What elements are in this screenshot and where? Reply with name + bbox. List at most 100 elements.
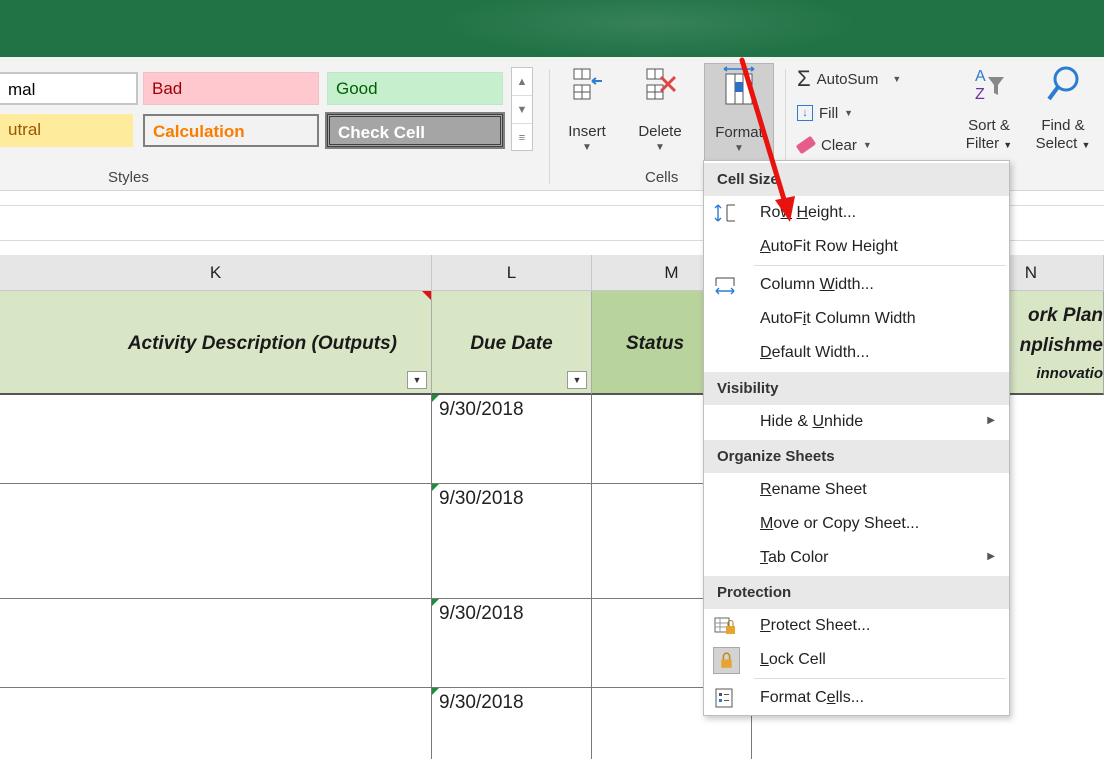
chevron-down-icon: ▼ bbox=[892, 74, 902, 84]
menu-item-tab-color[interactable]: Tab Color ▶ bbox=[704, 542, 1009, 575]
fill-button[interactable]: ↓ Fill ▼ bbox=[797, 101, 853, 125]
chevron-down-icon: ▼ bbox=[655, 142, 665, 153]
menu-text: w bbox=[780, 204, 793, 221]
menu-text: U bbox=[812, 413, 825, 430]
fill-label: Fill bbox=[819, 104, 839, 122]
delete-label: Delete bbox=[638, 123, 682, 140]
style-check-cell[interactable]: Check Cell bbox=[325, 112, 505, 149]
cells-group-label: Cells bbox=[645, 169, 679, 186]
menu-item-autofit-column-width[interactable]: AutoFit Column Width bbox=[704, 303, 1009, 336]
format-cells-icon bbox=[723, 66, 755, 105]
sort-az-icon: A Z bbox=[975, 68, 1004, 103]
styles-group-label: Styles bbox=[108, 169, 149, 186]
menu-text: idth... bbox=[834, 276, 874, 293]
column-header-k[interactable]: K bbox=[0, 255, 432, 291]
insert-button[interactable]: Insert ▼ bbox=[563, 63, 611, 161]
menu-header-visibility: Visibility bbox=[704, 372, 1009, 405]
lock-icon bbox=[713, 647, 740, 674]
sort-filter-button[interactable]: A Z Sort & Filter ▼ bbox=[956, 63, 1022, 161]
table-row[interactable] bbox=[0, 599, 432, 688]
menu-text: lls... bbox=[835, 689, 865, 706]
due-date-value: 9/30/2018 bbox=[439, 399, 524, 420]
menu-item-row-height[interactable]: Row Height... bbox=[704, 197, 1009, 230]
header-n-line2: nplishme bbox=[1019, 335, 1103, 356]
filter-label: Filter bbox=[965, 135, 1000, 152]
gallery-up-icon[interactable]: ▲ bbox=[512, 68, 532, 96]
filter-dropdown-icon[interactable]: ▼ bbox=[407, 371, 427, 389]
table-row[interactable] bbox=[0, 395, 432, 484]
gallery-more-icon[interactable]: ≡ bbox=[512, 124, 532, 152]
menu-text: ock Cell bbox=[768, 651, 826, 668]
row-height-icon bbox=[714, 204, 735, 222]
autosum-label: AutoSum bbox=[816, 70, 879, 88]
column-header-l[interactable]: L bbox=[432, 255, 592, 291]
comment-indicator bbox=[422, 291, 431, 300]
clear-button[interactable]: Clear ▼ bbox=[795, 133, 872, 157]
protect-sheet-icon bbox=[714, 617, 735, 634]
chevron-down-icon: ▼ bbox=[1003, 140, 1013, 150]
menu-text: T bbox=[760, 549, 768, 566]
menu-text: eight... bbox=[808, 204, 857, 221]
style-normal[interactable]: mal bbox=[0, 72, 138, 105]
menu-text: Format C bbox=[760, 689, 827, 706]
style-bad[interactable]: Bad bbox=[143, 72, 319, 105]
menu-item-column-width[interactable]: Column Width... bbox=[704, 269, 1009, 302]
format-cells-dialog-icon bbox=[715, 688, 733, 708]
autosum-button[interactable]: Σ AutoSum ▼ bbox=[797, 66, 902, 91]
due-date-cell[interactable]: 9/30/2018 bbox=[432, 484, 592, 599]
due-date-cell[interactable]: 9/30/2018 bbox=[432, 599, 592, 688]
style-calculation[interactable]: Calculation bbox=[143, 114, 319, 147]
menu-item-lock-cell[interactable]: Lock Cell bbox=[704, 644, 1009, 677]
menu-text: rotect Sheet... bbox=[770, 617, 871, 634]
menu-item-default-width[interactable]: Default Width... bbox=[704, 337, 1009, 370]
styles-gallery-scroll[interactable]: ▲ ▼ ≡ bbox=[511, 67, 533, 151]
menu-text: e bbox=[826, 689, 836, 706]
sort-label: Sort & bbox=[968, 117, 1010, 134]
group-separator bbox=[549, 69, 550, 184]
delete-cells-icon bbox=[646, 68, 677, 100]
format-label: Format bbox=[715, 124, 763, 141]
magnifier-icon bbox=[1047, 66, 1079, 101]
due-date-cell[interactable]: 9/30/2018 bbox=[432, 395, 592, 484]
chevron-down-icon: ▼ bbox=[582, 142, 592, 153]
due-date-value: 9/30/2018 bbox=[439, 488, 524, 509]
table-row[interactable] bbox=[0, 688, 432, 759]
menu-item-autofit-row-height[interactable]: AutoFit Row Height bbox=[704, 231, 1009, 264]
eraser-icon bbox=[795, 135, 817, 155]
menu-text: D bbox=[760, 344, 772, 361]
format-button[interactable]: Format ▼ bbox=[704, 63, 774, 161]
title-bar bbox=[0, 0, 1104, 57]
header-n-line1: ork Plan bbox=[1028, 305, 1103, 326]
filter-dropdown-icon[interactable]: ▼ bbox=[567, 371, 587, 389]
gallery-down-icon[interactable]: ▼ bbox=[512, 96, 532, 124]
menu-text: L bbox=[760, 651, 769, 668]
chevron-down-icon: ▼ bbox=[1081, 140, 1091, 150]
svg-text:A: A bbox=[975, 68, 986, 85]
menu-item-hide-unhide[interactable]: Hide & Unhide ▶ bbox=[704, 406, 1009, 439]
delete-button[interactable]: Delete ▼ bbox=[636, 63, 684, 161]
insert-label: Insert bbox=[568, 123, 606, 140]
menu-header-organize-sheets: Organize Sheets bbox=[704, 440, 1009, 473]
menu-item-rename-sheet[interactable]: Rename Sheet bbox=[704, 474, 1009, 507]
fill-down-icon: ↓ bbox=[797, 105, 813, 121]
style-good[interactable]: Good bbox=[327, 72, 503, 105]
menu-text: utoFit Row Height bbox=[770, 238, 898, 255]
menu-item-format-cells[interactable]: Format Cells... bbox=[704, 682, 1009, 715]
menu-text: nhide bbox=[824, 413, 864, 430]
menu-item-protect-sheet[interactable]: Protect Sheet... bbox=[704, 610, 1009, 643]
clear-label: Clear bbox=[821, 136, 857, 154]
menu-text: Column bbox=[760, 276, 820, 293]
menu-text: AutoF bbox=[760, 310, 803, 327]
submenu-arrow-icon: ▶ bbox=[987, 415, 995, 426]
chevron-down-icon: ▼ bbox=[844, 108, 854, 118]
find-select-button[interactable]: Find & Select ▼ bbox=[1027, 63, 1099, 161]
menu-text: Ro bbox=[760, 204, 781, 221]
menu-header-cell-size: Cell Size bbox=[704, 163, 1009, 196]
menu-text: R bbox=[760, 481, 772, 498]
style-neutral[interactable]: utral bbox=[0, 114, 133, 147]
due-date-cell[interactable]: 9/30/2018 bbox=[432, 688, 592, 759]
table-row[interactable] bbox=[0, 484, 432, 599]
table-header-activity: Activity Description (Outputs) ▼ bbox=[0, 291, 432, 395]
menu-item-move-copy-sheet[interactable]: Move or Copy Sheet... bbox=[704, 508, 1009, 541]
menu-text: t Column Width bbox=[806, 310, 916, 327]
